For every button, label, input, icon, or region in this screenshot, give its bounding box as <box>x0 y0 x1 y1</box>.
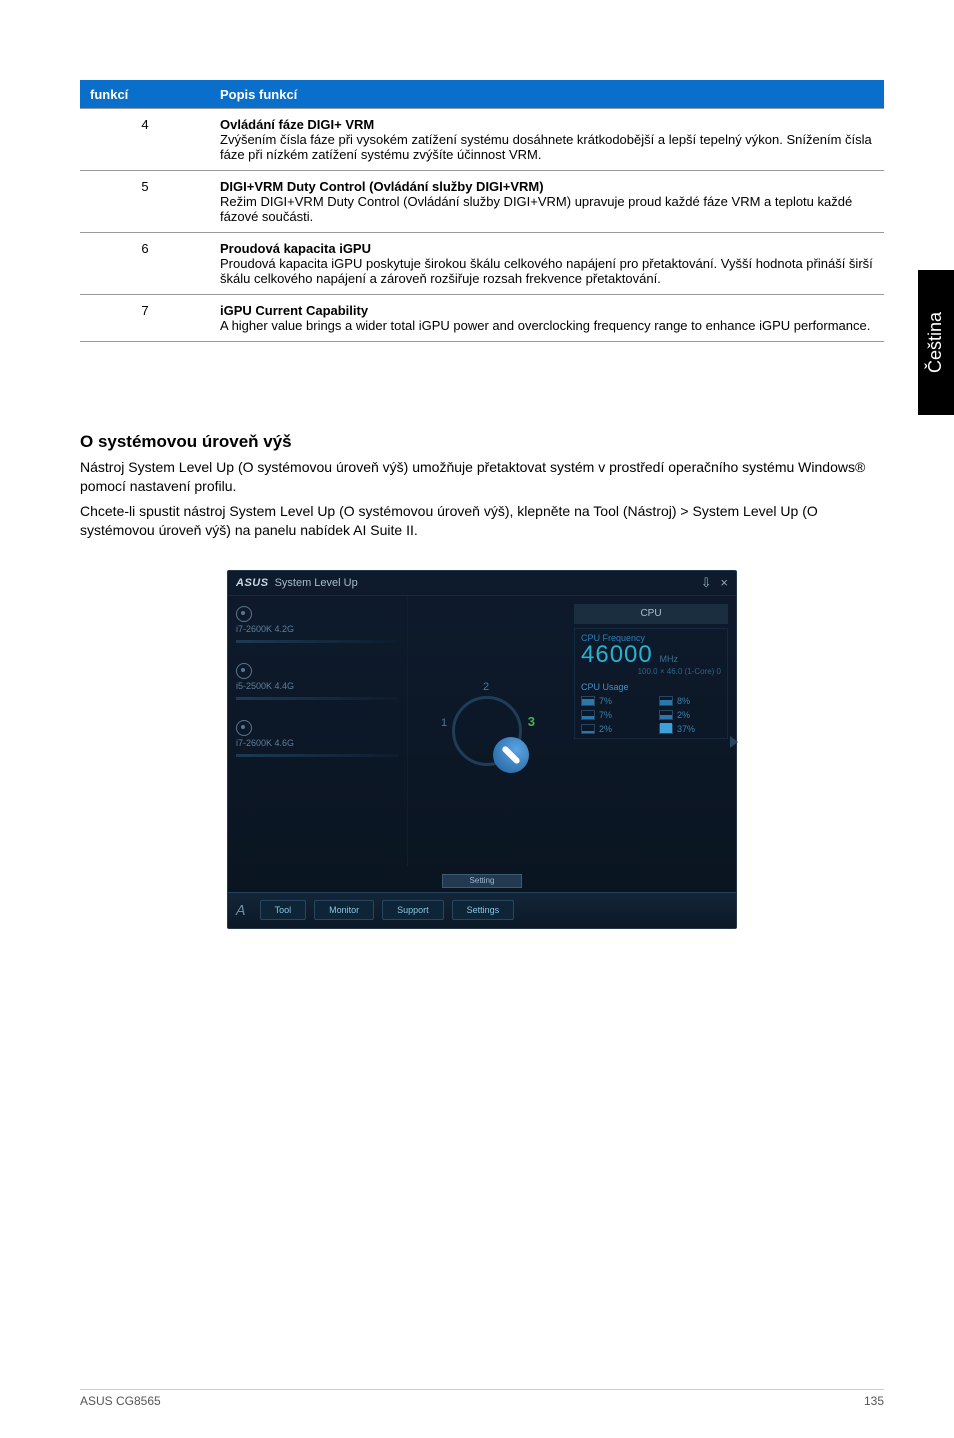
bottombar-tab-monitor[interactable]: Monitor <box>314 900 374 920</box>
profile-list: i7-2600K 4.2G i5-2500K 4.4G i7-2600K 4.6… <box>228 596 408 866</box>
profile-item[interactable]: i7-2600K 4.2G <box>236 606 399 643</box>
cpu-header: CPU <box>574 604 728 624</box>
titlebar-logo: ASUS <box>236 577 269 589</box>
chevron-right-icon[interactable] <box>730 736 738 748</box>
row-num: 7 <box>80 295 210 342</box>
dial-level-1: 1 <box>441 717 447 729</box>
row-num: 6 <box>80 233 210 295</box>
footer-product: ASUS CG8565 <box>80 1394 161 1408</box>
bottombar-tab-tool[interactable]: Tool <box>260 900 307 920</box>
core-pct: 8% <box>677 696 690 706</box>
profile-bar <box>236 697 399 700</box>
core-usage: 7% <box>581 696 643 706</box>
row-title: DIGI+VRM Duty Control (Ovládání služby D… <box>220 179 544 194</box>
bar-icon <box>581 696 595 706</box>
row-num: 4 <box>80 109 210 171</box>
target-icon <box>236 663 252 679</box>
table-row: 4 Ovládání fáze DIGI+ VRM Zvýšením čísla… <box>80 109 884 171</box>
profile-item[interactable]: i7-2600K 4.6G <box>236 720 399 757</box>
cpu-freq-sub: 100.0 × 46.0 (1-Core) 0 <box>581 667 721 676</box>
core-pct: 2% <box>677 710 690 720</box>
page-footer: ASUS CG8565 135 <box>80 1389 884 1408</box>
footer-page-number: 135 <box>864 1394 884 1408</box>
row-desc: DIGI+VRM Duty Control (Ovládání služby D… <box>210 171 884 233</box>
titlebar-title: System Level Up <box>275 577 358 589</box>
asus-logo-icon: 𝘈 <box>236 902 246 919</box>
profile-label: i7-2600K 4.2G <box>236 624 399 634</box>
row-num: 5 <box>80 171 210 233</box>
cpu-freq-unit: MHz <box>660 654 679 664</box>
section-paragraph: Chcete-li spustit nástroj System Level U… <box>80 502 884 540</box>
table-row: 7 iGPU Current Capability A higher value… <box>80 295 884 342</box>
language-side-tab-label: Čeština <box>926 312 947 373</box>
core-usage: 8% <box>659 696 721 706</box>
profile-item[interactable]: i5-2500K 4.4G <box>236 663 399 700</box>
row-desc: Proudová kapacita iGPU Proudová kapacita… <box>210 233 884 295</box>
row-title: Ovládání fáze DIGI+ VRM <box>220 117 374 132</box>
row-desc: Ovládání fáze DIGI+ VRM Zvýšením čísla f… <box>210 109 884 171</box>
app-screenshot: ASUS System Level Up ⇩ × i7-2600K 4.2G <box>80 570 884 929</box>
table-row: 6 Proudová kapacita iGPU Proudová kapaci… <box>80 233 884 295</box>
core-pct: 37% <box>677 724 695 734</box>
close-icon[interactable]: × <box>720 575 728 590</box>
bar-icon <box>659 724 673 734</box>
level-dial[interactable]: 1 2 3 <box>452 696 522 766</box>
row-body: Proudová kapacita iGPU poskytuje širokou… <box>220 256 873 286</box>
core-usage: 2% <box>581 724 643 734</box>
profile-bar <box>236 640 399 643</box>
pin-icon[interactable]: ⇩ <box>701 575 712 590</box>
wand-icon <box>493 737 529 773</box>
core-pct: 2% <box>599 724 612 734</box>
dial-panel: 1 2 3 <box>408 596 566 866</box>
bar-icon <box>581 710 595 720</box>
profile-label: i7-2600K 4.6G <box>236 738 399 748</box>
cpu-freq-panel: CPU Frequency 46000 MHz 100.0 × 46.0 (1-… <box>574 628 728 739</box>
bottombar-tab-settings[interactable]: Settings <box>452 900 515 920</box>
setting-button[interactable]: Setting <box>442 874 522 888</box>
language-side-tab: Čeština <box>918 270 954 415</box>
core-usage: 37% <box>659 724 721 734</box>
profile-label: i5-2500K 4.4G <box>236 681 399 691</box>
dial-level-2: 2 <box>483 681 489 693</box>
row-body: Režim DIGI+VRM Duty Control (Ovládání sl… <box>220 194 852 224</box>
section-heading: O systémovou úroveň výš <box>80 432 884 452</box>
bar-icon <box>659 710 673 720</box>
cpu-usage-label: CPU Usage <box>581 682 721 692</box>
bottombar-tab-support[interactable]: Support <box>382 900 444 920</box>
core-pct: 7% <box>599 696 612 706</box>
bar-icon <box>581 724 595 734</box>
setting-button-label: Setting <box>470 876 495 885</box>
table-row: 5 DIGI+VRM Duty Control (Ovládání služby… <box>80 171 884 233</box>
cpu-panel: CPU CPU Frequency 46000 MHz 100.0 × 46.0… <box>566 596 736 866</box>
function-table: funkcí Popis funkcí 4 Ovládání fáze DIGI… <box>80 80 884 342</box>
table-header-desc: Popis funkcí <box>210 81 884 109</box>
row-title: iGPU Current Capability <box>220 303 368 318</box>
app-bottombar: 𝘈 Tool Monitor Support Settings <box>228 892 736 928</box>
row-body: Zvýšením čísla fáze při vysokém zatížení… <box>220 132 872 162</box>
cpu-freq-value: 46000 <box>581 641 653 668</box>
row-title: Proudová kapacita iGPU <box>220 241 371 256</box>
row-body: A higher value brings a wider total iGPU… <box>220 318 870 333</box>
core-usage: 2% <box>659 710 721 720</box>
profile-bar <box>236 754 399 757</box>
target-icon <box>236 606 252 622</box>
core-usage: 7% <box>581 710 643 720</box>
app-window: ASUS System Level Up ⇩ × i7-2600K 4.2G <box>227 570 737 929</box>
row-desc: iGPU Current Capability A higher value b… <box>210 295 884 342</box>
dial-level-3: 3 <box>528 714 535 729</box>
section-paragraph: Nástroj System Level Up (O systémovou úr… <box>80 458 884 496</box>
table-header-num: funkcí <box>80 81 210 109</box>
app-titlebar: ASUS System Level Up ⇩ × <box>228 571 736 596</box>
core-pct: 7% <box>599 710 612 720</box>
bar-icon <box>659 696 673 706</box>
target-icon <box>236 720 252 736</box>
